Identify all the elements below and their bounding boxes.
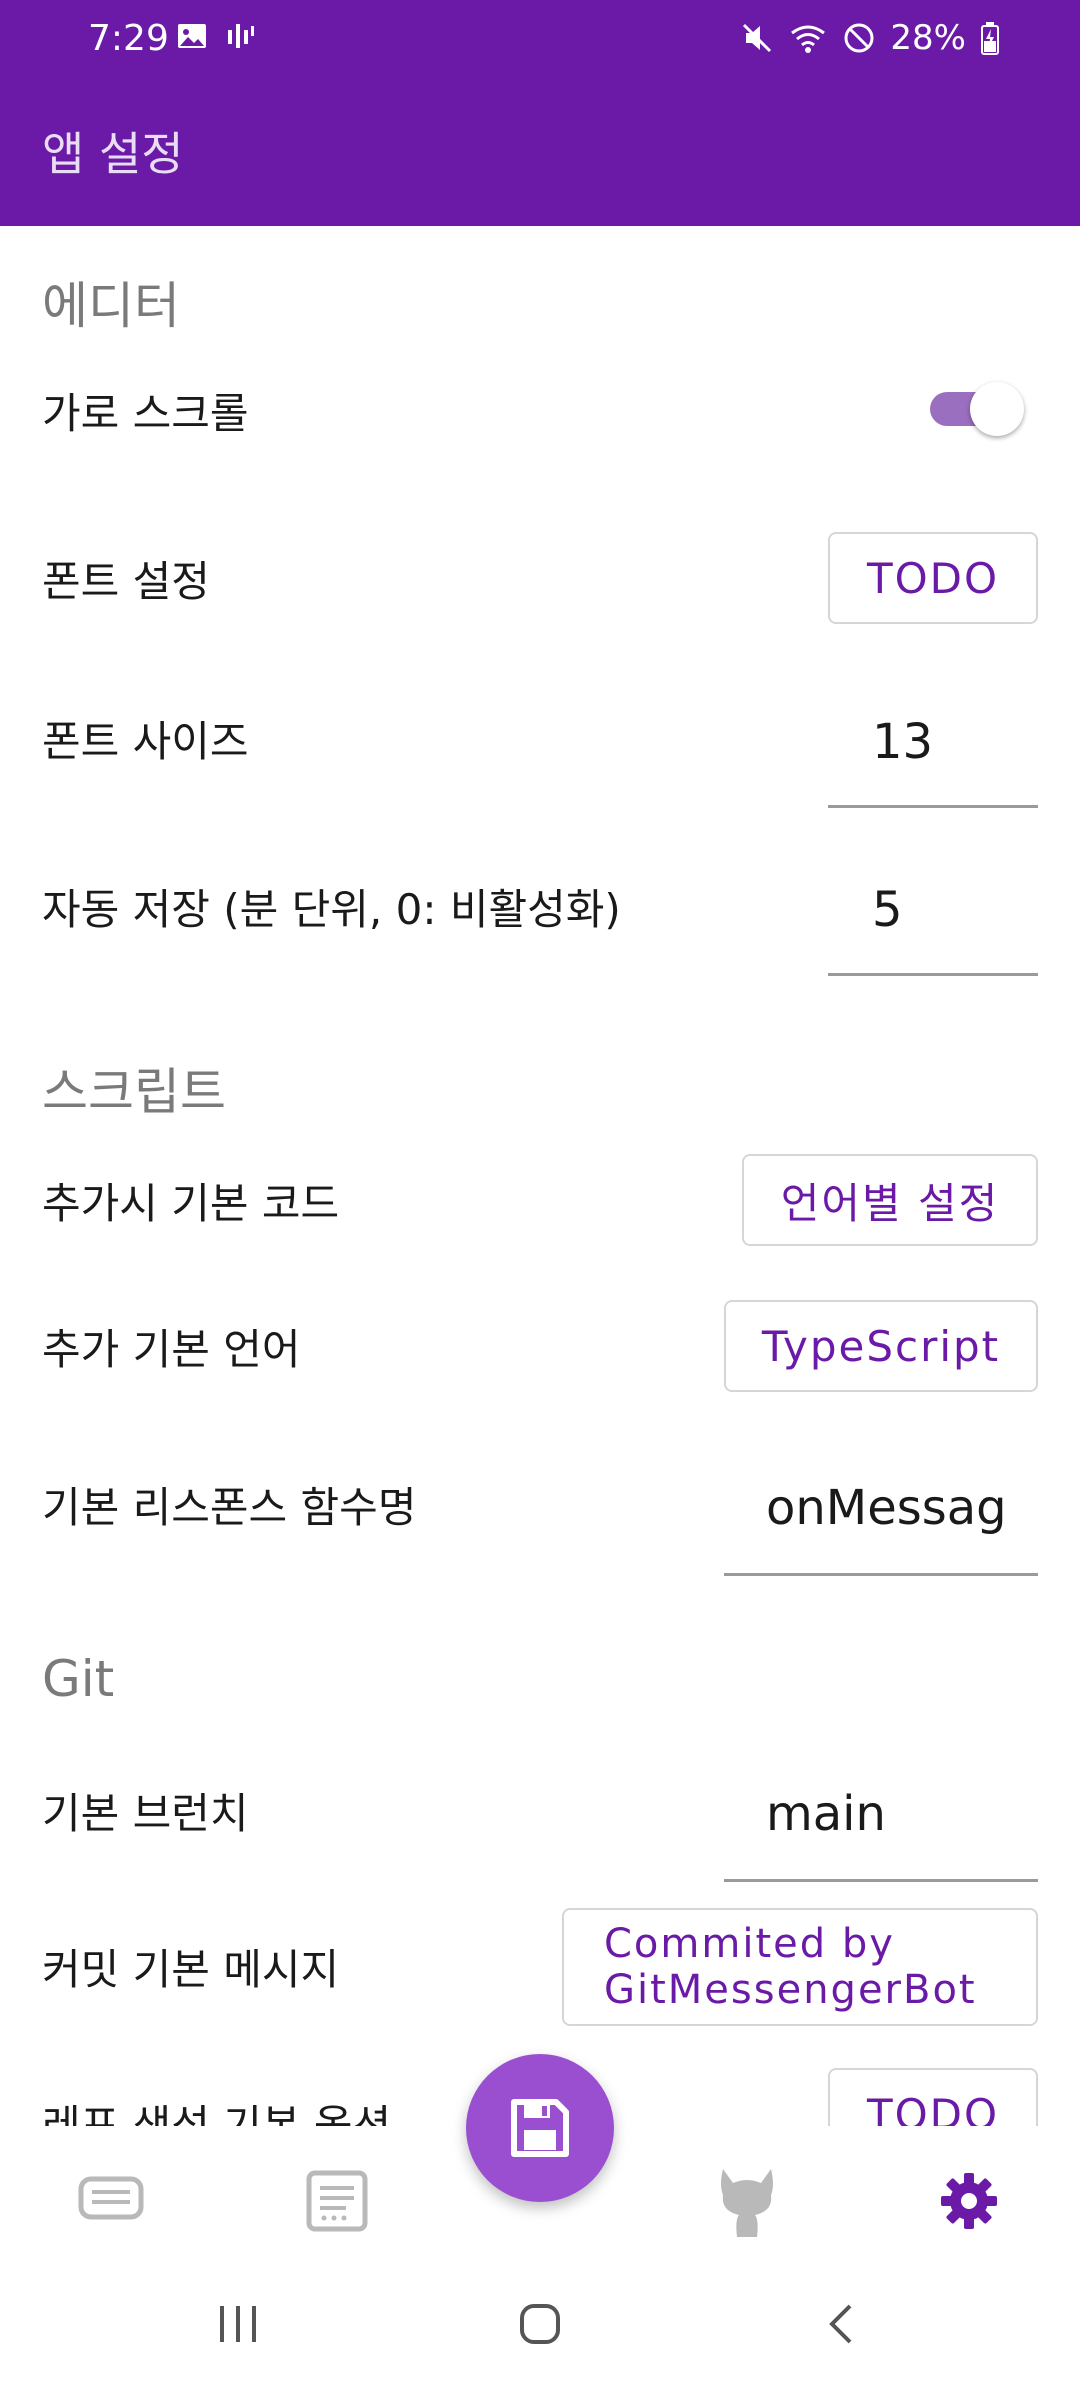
battery-percent: 28% — [890, 18, 966, 58]
status-right: 28% — [740, 18, 1000, 58]
wifi-icon — [791, 25, 826, 53]
default-branch-label: 기본 브런치 — [42, 1789, 249, 1838]
settings-content[interactable]: 에디터 가로 스크롤 폰트 설정 TODO 폰트 사이즈 13 자동 저장 (분… — [0, 226, 1080, 2126]
back-button[interactable] — [826, 2302, 856, 2350]
horizontal-scroll-toggle[interactable] — [930, 382, 1024, 436]
font-size-label: 폰트 사이즈 — [42, 717, 249, 766]
page-title: 앱 설정 — [42, 127, 184, 181]
font-size-field[interactable]: 13 — [828, 692, 1038, 808]
nav-settings[interactable] — [934, 2166, 1004, 2236]
nav-list[interactable] — [76, 2166, 146, 2236]
status-time: 7:29 — [88, 18, 169, 59]
save-icon — [511, 2099, 569, 2157]
commit-message-label: 커밋 기본 메시지 — [42, 1945, 340, 1994]
commit-message-button[interactable]: Commited by GitMessengerBot — [562, 1908, 1038, 2026]
recent-apps-button[interactable] — [218, 2302, 258, 2350]
default-code-button[interactable]: 언어별 설정 — [742, 1154, 1038, 1246]
default-branch-field[interactable]: main — [724, 1764, 1038, 1882]
default-language-button[interactable]: TypeScript — [724, 1300, 1038, 1392]
home-icon — [520, 2304, 560, 2344]
gallery-icon — [178, 24, 206, 48]
list-icon — [78, 2176, 144, 2220]
default-language-label: 추가 기본 언어 — [42, 1325, 301, 1374]
document-icon — [306, 2170, 368, 2232]
voice-icon — [228, 24, 254, 48]
home-button[interactable] — [518, 2302, 562, 2350]
status-left-icons — [176, 20, 256, 52]
autosave-field[interactable]: 5 — [828, 860, 1038, 976]
repo-option-label: 레포 생성 기본 옵션 — [42, 2101, 392, 2126]
github-icon — [721, 2169, 773, 2237]
response-fn-label: 기본 리스폰스 함수명 — [42, 1483, 417, 1532]
status-bar: 7:29 28% — [0, 0, 1080, 80]
default-code-label: 추가시 기본 코드 — [42, 1179, 340, 1228]
font-setting-label: 폰트 설정 — [42, 557, 210, 606]
horizontal-scroll-label: 가로 스크롤 — [42, 389, 249, 438]
back-icon — [829, 2304, 852, 2344]
mute-icon — [743, 23, 772, 53]
autosave-label: 자동 저장 (분 단위, 0: 비활성화) — [42, 885, 621, 934]
repo-option-button[interactable]: TODO — [828, 2068, 1038, 2126]
gear-icon — [941, 2173, 997, 2229]
nav-github[interactable] — [712, 2166, 782, 2237]
recent-apps-icon — [220, 2306, 256, 2342]
response-fn-field[interactable]: onMessag — [724, 1458, 1038, 1576]
section-header-git: Git — [42, 1650, 115, 1708]
block-icon — [844, 23, 874, 53]
battery-icon — [981, 22, 999, 55]
nav-document[interactable] — [302, 2166, 372, 2236]
app-header: 7:29 28% 앱 설정 — [0, 0, 1080, 226]
save-fab[interactable] — [466, 2054, 614, 2202]
section-header-script: 스크립트 — [42, 1063, 226, 1121]
system-nav-bar — [0, 2272, 1080, 2400]
section-header-editor: 에디터 — [42, 277, 180, 335]
font-setting-button[interactable]: TODO — [828, 532, 1038, 624]
toggle-thumb — [970, 382, 1024, 436]
